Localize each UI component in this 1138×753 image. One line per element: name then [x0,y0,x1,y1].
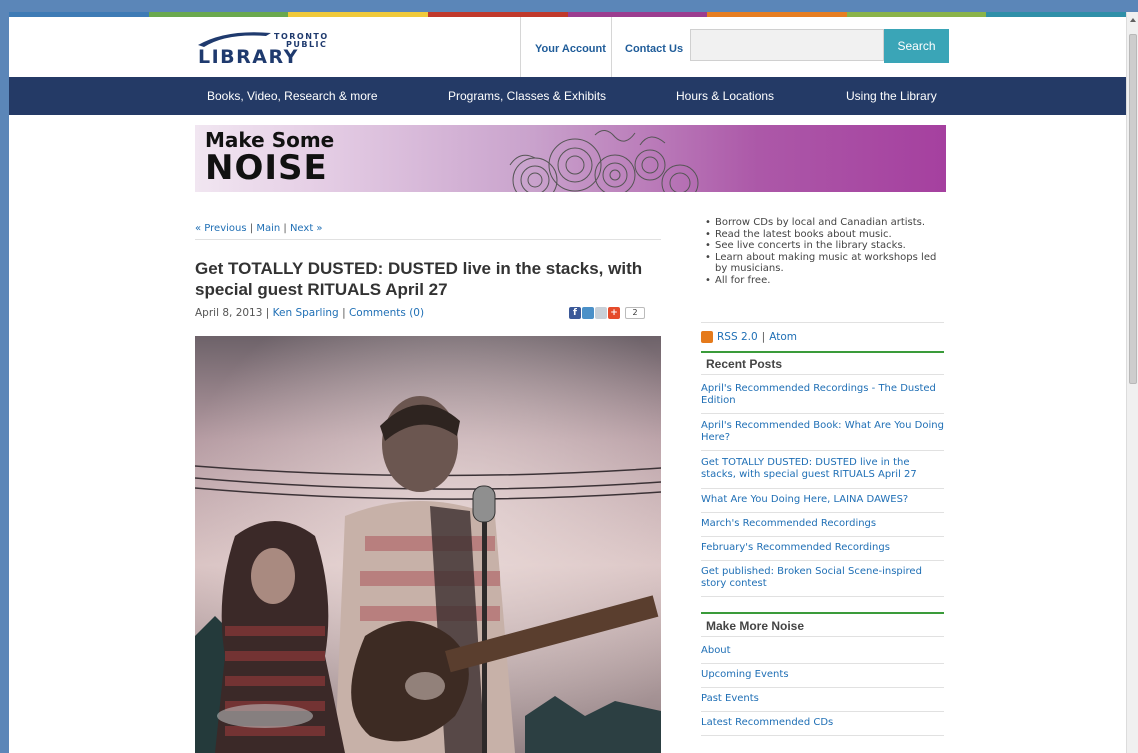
section-rule [701,612,944,614]
divider [701,512,944,513]
tpl-logo[interactable]: TORONTO PUBLIC LIBRARY [196,27,336,67]
site-header: TORONTO PUBLIC LIBRARY Your Account Cont… [9,17,1126,77]
atom-link[interactable]: Atom [769,331,797,343]
divider [701,596,944,597]
previous-link[interactable]: « Previous [195,223,247,234]
post-photo [195,336,661,753]
your-account-link[interactable]: Your Account [535,43,606,55]
rss-icon [701,331,713,343]
divider [701,663,944,664]
more-noise-link-about[interactable]: About [701,645,944,657]
make-some-noise-banner[interactable]: Make Some NOISE [195,125,946,192]
main-link[interactable]: Main [256,223,280,234]
feed-links: RSS 2.0 | Atom [701,331,944,343]
nav-item-programs[interactable]: Programs, Classes & Exhibits [448,89,606,103]
rss-link[interactable]: RSS 2.0 [717,331,758,343]
recent-posts-heading: Recent Posts [706,357,783,371]
more-noise-link-upcoming[interactable]: Upcoming Events [701,669,944,681]
nav-item-hours[interactable]: Hours & Locations [676,89,774,103]
share-count: 2 [625,307,645,319]
divider [701,450,944,451]
header-divider [520,17,521,77]
divider [701,560,944,561]
addthis-icon[interactable]: + [608,307,620,319]
comments-link[interactable]: Comments (0) [349,307,424,319]
scrollbar-thumb[interactable] [1129,34,1137,384]
recent-post-link[interactable]: March's Recommended Recordings [701,518,944,530]
facebook-icon[interactable]: f [569,307,581,319]
svg-text:LIBRARY: LIBRARY [198,46,299,67]
contact-us-link[interactable]: Contact Us [625,43,683,55]
list-item: See live concerts in the library stacks. [705,240,944,252]
search-button[interactable]: Search [884,29,949,63]
browser-viewport: TORONTO PUBLIC LIBRARY Your Account Cont… [9,12,1126,753]
recent-post-link[interactable]: February's Recommended Recordings [701,542,944,554]
divider [701,413,944,414]
divider [701,636,944,637]
recent-post-link[interactable]: Get published: Broken Social Scene-inspi… [701,566,944,590]
list-item: Borrow CDs by local and Canadian artists… [705,217,944,229]
about-bullets: Borrow CDs by local and Canadian artists… [701,217,944,286]
more-noise-link-past[interactable]: Past Events [701,693,944,705]
banner-swirl-art [509,130,699,192]
share-bar: f + 2 [569,307,645,319]
main-nav: Books, Video, Research & more Programs, … [9,77,1126,115]
divider [701,374,944,375]
header-divider [611,17,612,77]
more-noise-link-cds[interactable]: Latest Recommended CDs [701,717,944,729]
post-title: Get TOTALLY DUSTED: DUSTED live in the s… [195,259,643,299]
divider [701,536,944,537]
section-rule [701,351,944,353]
divider [701,687,944,688]
divider [701,711,944,712]
vertical-scrollbar[interactable] [1126,12,1138,753]
recent-post-link[interactable]: What Are You Doing Here, LAINA DAWES? [701,494,944,506]
nav-item-books[interactable]: Books, Video, Research & more [207,89,378,103]
post-breadcrumb: « Previous | Main | Next » [195,223,323,234]
scroll-up-arrow-icon[interactable] [1130,18,1136,22]
next-link[interactable]: Next » [290,223,323,234]
divider [701,322,944,323]
banner-title: Make Some NOISE [205,128,335,188]
list-item: Read the latest books about music. [705,229,944,241]
post-meta: April 8, 2013 | Ken Sparling | Comments … [195,307,425,319]
recent-post-link[interactable]: April's Recommended Book: What Are You D… [701,420,944,444]
divider [701,488,944,489]
list-item: All for free. [705,275,944,287]
divider [195,239,661,240]
search-input[interactable] [690,29,884,61]
make-more-noise-heading: Make More Noise [706,619,805,633]
list-item: Learn about making music at workshops le… [705,252,944,275]
email-icon[interactable] [595,307,607,319]
twitter-icon[interactable] [582,307,594,319]
divider [701,735,944,736]
recent-post-link[interactable]: April's Recommended Recordings - The Dus… [701,383,944,407]
recent-post-link[interactable]: Get TOTALLY DUSTED: DUSTED live in the s… [701,457,944,481]
author-link[interactable]: Ken Sparling [273,307,339,319]
nav-item-using[interactable]: Using the Library [846,89,937,103]
